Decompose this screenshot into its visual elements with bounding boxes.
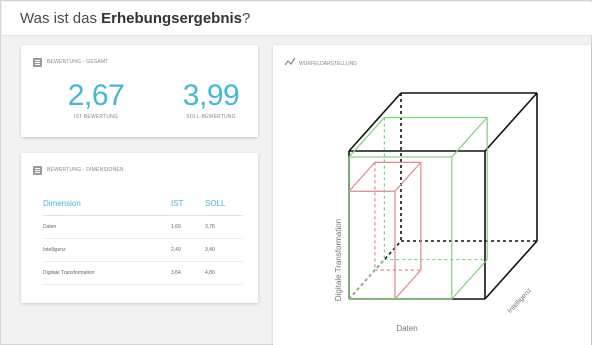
ist-depth-edge [394, 161, 422, 192]
frame-depth-edge [484, 92, 538, 152]
soll-depth-edge [348, 259, 385, 300]
app-frame: Was ist das Erhebungsergebnis? BEWERTUNG… [0, 0, 592, 345]
ist-depth-edge [348, 161, 376, 192]
axis-label-daten: Daten [396, 324, 417, 333]
soll-box [348, 116, 488, 300]
summary-card: BEWERTUNG - GESAMT 2,67 IST-BEWERTUNG 3,… [21, 45, 258, 137]
ist-metric: 2,67 IST-BEWERTUNG [61, 79, 131, 121]
list-icon [33, 165, 42, 175]
frame-depth-edge [348, 92, 402, 152]
cell-dimension: Daten [43, 215, 171, 239]
soll-value: 3,99 [182, 79, 240, 112]
chart-icon [284, 57, 296, 66]
dimensions-card-label: BEWERTUNG - DIMENSIONEN [47, 167, 124, 173]
axis-label-digitale-transformation: Digitale Transformation [334, 219, 343, 301]
cell-soll: 3,40 [205, 238, 243, 262]
cell-dimension: Digitale Transformation [43, 261, 171, 285]
cell-ist: 3,64 [171, 261, 205, 285]
axis-label-intelligenz: Intelligenz [507, 287, 534, 315]
cube-frame [348, 92, 538, 300]
header-ist: IST [171, 193, 205, 216]
page-title-prefix: Was ist das [20, 10, 102, 27]
ist-caption: IST-BEWERTUNG [73, 114, 119, 120]
soll-depth-edge [451, 259, 488, 300]
page-header: Was ist das Erhebungsergebnis? [2, 2, 592, 36]
summary-card-header: BEWERTUNG - GESAMT [33, 57, 109, 67]
header-soll: SOLL [205, 193, 243, 216]
dimensions-card-header: BEWERTUNG - DIMENSIONEN [33, 165, 124, 175]
page-title: Was ist das Erhebungsergebnis? [20, 10, 250, 27]
ist-value: 2,67 [67, 79, 125, 112]
table-row: Daten 1,69 3,78 [43, 215, 243, 239]
cell-dimension: Intelligenz [43, 238, 171, 262]
cell-ist: 2,49 [171, 238, 205, 262]
cell-soll: 4,80 [205, 261, 243, 285]
header-dimension: Dimension [43, 193, 171, 216]
table-row: Intelligenz 2,49 3,40 [43, 238, 243, 262]
cube-card: WÜRFELDARSTELLUNG Daten Digitale Transfo… [273, 45, 591, 345]
ist-box [348, 161, 422, 300]
cell-soll: 3,78 [205, 215, 243, 239]
soll-metric: 3,99 SOLL-BEWERTUNG [171, 79, 251, 121]
ist-depth-edge [394, 269, 422, 300]
table-row: Digitale Transformation 3,64 4,80 [43, 261, 243, 285]
summary-card-label: BEWERTUNG - GESAMT [47, 59, 109, 65]
list-icon [33, 57, 42, 67]
dimensions-table: Dimension IST SOLL Daten 1,69 3,78 Intel… [43, 193, 243, 285]
dimensions-card: BEWERTUNG - DIMENSIONEN Dimension IST SO… [21, 153, 258, 303]
cell-ist: 1,69 [171, 215, 205, 239]
page-title-bold: Erhebungsergebnis [101, 10, 242, 27]
cube-visualization: WÜRFELDARSTELLUNG Daten Digitale Transfo… [284, 57, 538, 333]
soll-caption: SOLL-BEWERTUNG [186, 114, 236, 120]
cube-card-label: WÜRFELDARSTELLUNG [299, 60, 357, 67]
page-title-suffix: ? [242, 10, 251, 27]
table-header-row: Dimension IST SOLL [43, 193, 243, 216]
